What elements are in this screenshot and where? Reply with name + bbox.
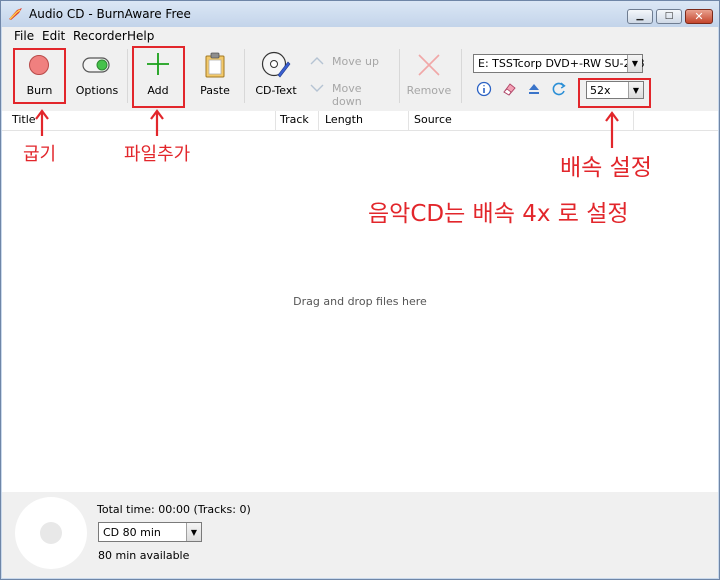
add-arrow xyxy=(150,109,164,136)
annotation-add: 파일추가 xyxy=(124,144,191,165)
annotation-burn: 굽기 xyxy=(23,144,57,165)
burn-arrow xyxy=(35,109,49,136)
annotation-note: 음악CD는 배속 4x 로 설정 xyxy=(368,201,629,227)
speed-arrow xyxy=(605,111,619,148)
annotation-speed: 배속 설정 xyxy=(560,155,652,181)
annotation-arrows xyxy=(35,109,619,148)
